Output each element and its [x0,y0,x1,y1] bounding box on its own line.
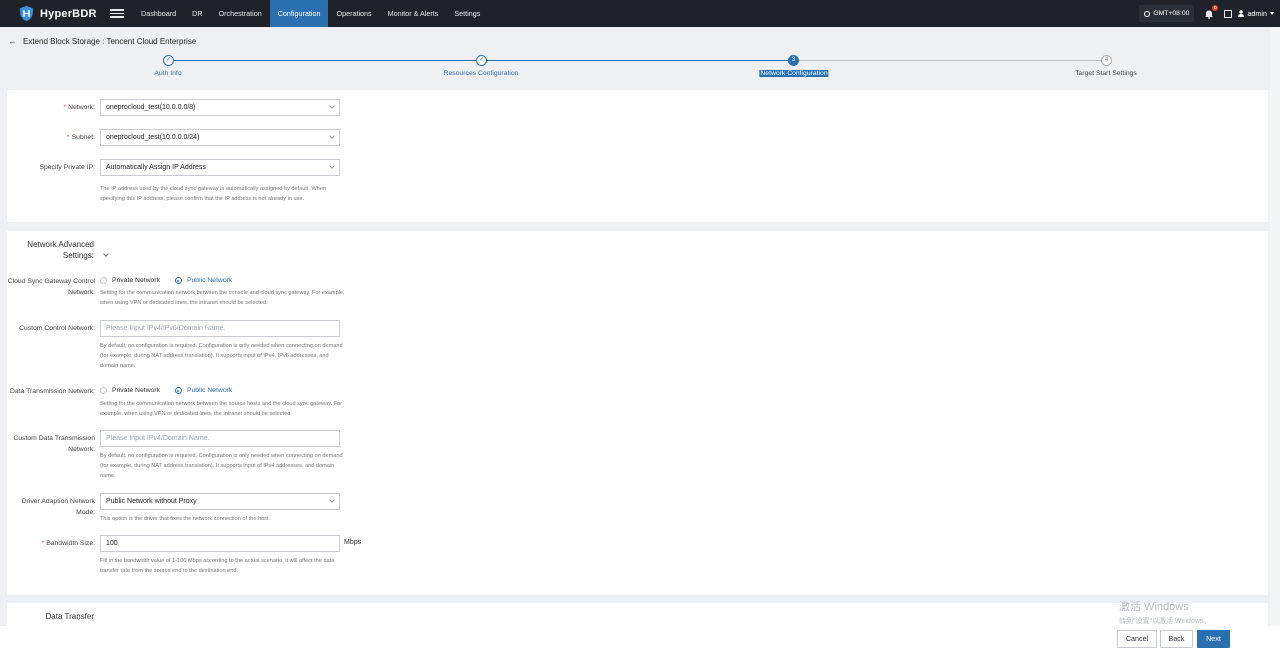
control-public-label[interactable]: Public Network [187,277,232,284]
page-title: Extend Block Storage : Tencent Cloud Ent… [23,36,197,46]
cancel-button[interactable]: Cancel [1117,630,1157,648]
bandwidth-help: Fill in the bandwidth value of 1-100 Mbp… [100,558,335,574]
wizard-steps: ✓ Auth Info ✓ Resources Configuration 3 … [0,55,1270,85]
next-button[interactable]: Next [1197,630,1230,648]
nav-configuration[interactable]: Configuration [269,0,329,27]
bandwidth-input[interactable]: 100 [100,535,340,552]
user-icon [1238,10,1245,17]
control-private-radio[interactable] [100,277,107,284]
custom-data-input[interactable]: Please Input IPv4/Domain Name. [100,430,340,447]
subnet-select[interactable]: oneprocloud_test(10.0.0.0/24) [100,129,340,146]
data-private-radio[interactable] [100,387,107,394]
nav-monitor-alerts[interactable]: Monitor & Alerts [380,0,447,27]
timezone-badge[interactable]: GMT+08:00 [1139,5,1195,22]
custom-data-help: By default, no configuration is required… [100,453,343,479]
step-4-marker[interactable]: 4 [1101,55,1112,66]
control-network-help: Setting for the communication network be… [100,290,345,306]
user-menu[interactable]: admin [1238,9,1274,18]
control-private-label[interactable]: Private Network [112,277,160,284]
subnet-label: * Subnet: [66,134,95,141]
private-ip-select[interactable]: Automatically Assign IP Address [100,159,340,176]
data-public-radio[interactable] [174,387,182,394]
advanced-section-title[interactable]: Network Advanced Settings: [7,239,94,261]
wizard-footer: Cancel Back Next [0,626,1280,653]
step-2-marker[interactable]: ✓ [476,55,487,66]
timezone-text: GMT+08:00 [1153,10,1190,17]
step-3-marker[interactable]: 3 [788,55,799,66]
main-nav: Dashboard DR Orchestration Configuration… [133,0,488,27]
chevron-down-icon [329,133,335,139]
network-label: * Network: [63,104,95,111]
nav-orchestration[interactable]: Orchestration [211,0,270,27]
step-connector [799,60,1101,61]
driver-mode-help: This option is the driver that fixes the… [100,516,271,522]
notification-bell[interactable]: 0 [1204,4,1219,19]
nav-dashboard[interactable]: Dashboard [133,0,184,27]
control-public-radio[interactable] [174,277,182,284]
step-connector [174,60,476,61]
document-icon[interactable] [1224,9,1233,18]
data-private-label[interactable]: Private Network [112,387,160,394]
nav-dr[interactable]: DR [184,0,210,27]
windows-activation-watermark: 激活 Windows 转到"设置"以激活 Windows。 [1119,601,1211,625]
nav-settings[interactable]: Settings [446,0,488,27]
user-name: admin [1247,9,1267,18]
nav-operations[interactable]: Operations [328,0,379,27]
top-navigation-bar: HyperBDR Dashboard DR Orchestration Conf… [0,0,1280,27]
data-public-label[interactable]: Public Network [187,387,232,394]
bandwidth-unit: Mbps [344,539,362,546]
brand-name: HyperBDR [40,7,97,20]
back-arrow-icon[interactable]: ← [8,36,17,46]
caret-down-icon [1270,12,1274,15]
network-select[interactable]: oneprocloud_test(10.0.0.0/8) [100,99,340,116]
notification-count: 0 [1212,4,1219,11]
custom-data-label: Custom Data Transmission Network: [13,435,95,453]
data-transfer-title[interactable]: Data Transfer [7,611,94,622]
driver-mode-select[interactable]: Public Network without Proxy [100,493,340,510]
back-button[interactable]: Back [1160,630,1193,648]
step-connector [487,60,788,61]
custom-control-help: By default, no configuration is required… [100,343,343,369]
chevron-down-icon[interactable] [103,251,109,257]
shield-logo-icon [19,5,34,22]
clock-icon [1144,10,1151,17]
step-2-label[interactable]: Resources Configuration [444,70,519,77]
page-header: ← Extend Block Storage : Tencent Cloud E… [0,27,1270,86]
chevron-down-icon [329,497,335,503]
chevron-down-icon [329,163,335,169]
network-panel: * Network: oneprocloud_test(10.0.0.0/8) *… [7,90,1268,222]
data-transmission-help: Setting for the communication network be… [100,401,343,417]
control-network-radio-group: Private Network Public Network [100,277,232,284]
private-ip-help: The IP address used by the cloud sync ga… [100,186,326,202]
custom-control-label: Custom Control Network: [19,325,95,332]
hamburger-menu-icon[interactable] [110,9,124,18]
brand-logo[interactable]: HyperBDR [0,5,100,22]
step-3-label[interactable]: Network Configuration [759,70,829,77]
driver-mode-label: Driver Adaption Network Mode: [21,498,95,516]
page-scrollbar[interactable] [1270,27,1280,626]
step-1-label[interactable]: Auth Info [154,70,181,77]
custom-control-input[interactable]: Please Input IPv4/IPv6/Domain Name. [100,320,340,337]
chevron-down-icon [329,103,335,109]
data-transmission-radio-group: Private Network Public Network [100,387,232,394]
data-transmission-label: Data Transmission Network: [10,388,95,395]
bandwidth-label: * Bandwidth Size: [41,540,95,547]
advanced-panel: Network Advanced Settings: Cloud Sync Ga… [7,231,1268,595]
step-4-label[interactable]: Target Start Settings [1075,70,1137,77]
control-network-label: Cloud Sync Gateway Control Network: [7,278,95,296]
private-ip-label: Specify Private IP: [39,164,95,171]
step-1-marker[interactable]: ✓ [163,55,174,66]
